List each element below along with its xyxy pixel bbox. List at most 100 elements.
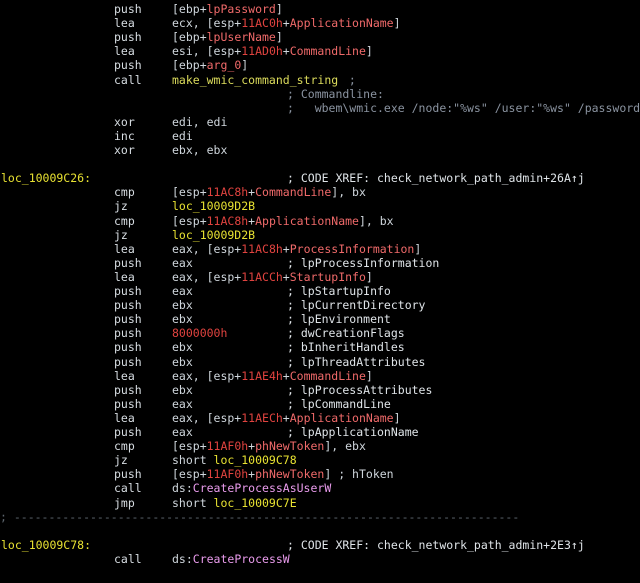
instruction-mnemonic[interactable]: inc bbox=[114, 129, 135, 143]
operand-token[interactable]: ApplicationName bbox=[290, 16, 394, 30]
instruction-mnemonic[interactable]: push bbox=[114, 397, 142, 411]
comment-text: ; bbox=[342, 72, 356, 87]
instruction-operands[interactable]: eax, [esp+11AECh+ApplicationName] bbox=[172, 411, 401, 425]
instruction-operands[interactable]: loc_10009D2B bbox=[172, 228, 255, 242]
operand-token[interactable]: ApplicationName bbox=[290, 411, 394, 425]
instruction-mnemonic[interactable]: push bbox=[114, 355, 142, 369]
instruction-operands[interactable]: [ebp+lpUserName] bbox=[172, 30, 283, 44]
instruction-operands[interactable]: ebx bbox=[172, 355, 193, 369]
operand-token[interactable]: phNewToken bbox=[255, 467, 324, 481]
operand-token[interactable]: lpUserName bbox=[207, 30, 276, 44]
code-label[interactable]: loc_10009C78: bbox=[1, 538, 91, 552]
instruction-operands[interactable]: ebx bbox=[172, 340, 193, 354]
instruction-mnemonic[interactable]: push bbox=[114, 383, 142, 397]
operand-token[interactable]: StartupInfo bbox=[290, 270, 366, 284]
instruction-operands[interactable]: eax bbox=[172, 397, 193, 411]
instruction-operands[interactable]: [ebp+lpPassword] bbox=[172, 2, 283, 16]
instruction-operands[interactable]: short loc_10009C7E bbox=[172, 496, 297, 510]
instruction-operands[interactable]: eax bbox=[172, 256, 193, 270]
instruction-mnemonic[interactable]: lea bbox=[114, 369, 135, 383]
instruction-operands[interactable]: 8000000h bbox=[172, 326, 227, 340]
operand-token[interactable]: phNewToken bbox=[255, 439, 324, 453]
instruction-mnemonic[interactable]: cmp bbox=[114, 214, 135, 228]
instruction-mnemonic[interactable]: push bbox=[114, 326, 142, 340]
instruction-operands[interactable]: ebx bbox=[172, 312, 193, 326]
instruction-mnemonic[interactable]: push bbox=[114, 284, 142, 298]
instruction-operands[interactable]: make_wmic_command_string bbox=[172, 73, 338, 87]
operand-token: eax bbox=[172, 284, 193, 298]
instruction-operands[interactable]: eax, [esp+11ACCh+StartupInfo] bbox=[172, 270, 373, 284]
operand-token[interactable]: CommandLine bbox=[290, 44, 366, 58]
instruction-operands[interactable]: [esp+11AC8h+ApplicationName], bx bbox=[172, 214, 394, 228]
instruction-mnemonic[interactable]: jz bbox=[114, 453, 128, 467]
instruction-operands[interactable]: edi bbox=[172, 129, 193, 143]
comment-text: ; lpCurrentDirectory bbox=[287, 298, 426, 313]
instruction-mnemonic[interactable]: push bbox=[114, 312, 142, 326]
instruction-mnemonic[interactable]: jz bbox=[114, 199, 128, 213]
instruction-mnemonic[interactable]: push bbox=[114, 256, 142, 270]
instruction-mnemonic[interactable]: call bbox=[114, 552, 142, 566]
operand-token[interactable]: make_wmic_command_string bbox=[172, 73, 338, 87]
operand-token[interactable]: ApplicationName bbox=[255, 214, 359, 228]
instruction-operands[interactable]: eax, [esp+11AC8h+ProcessInformation] bbox=[172, 242, 421, 256]
instruction-mnemonic[interactable]: lea bbox=[114, 270, 135, 284]
instruction-mnemonic[interactable]: push bbox=[114, 340, 142, 354]
operand-token[interactable]: loc_10009C78 bbox=[214, 453, 297, 467]
disassembly-listing[interactable]: push [ebp+lpPassword] lea ecx, [esp+11AC0h+… bbox=[0, 0, 640, 583]
instruction-mnemonic[interactable]: push bbox=[114, 467, 142, 481]
operand-token: eax, [esp+ bbox=[172, 241, 242, 256]
instruction-mnemonic[interactable]: cmp bbox=[114, 185, 135, 199]
operand-token: [ebp+ bbox=[172, 30, 207, 45]
operand-token: ] bbox=[414, 241, 422, 256]
instruction-mnemonic[interactable]: call bbox=[114, 73, 142, 87]
operand-token[interactable]: loc_10009D2B bbox=[172, 199, 255, 213]
instruction-mnemonic[interactable]: push bbox=[114, 298, 142, 312]
instruction-operands[interactable]: edi, edi bbox=[172, 115, 227, 129]
operand-token: ] ; hToken bbox=[324, 467, 394, 482]
instruction-operands[interactable]: ds:CreateProcessAsUserW bbox=[172, 481, 331, 495]
operand-token[interactable]: loc_10009D2B bbox=[172, 228, 255, 242]
instruction-operands[interactable]: ds:CreateProcessW bbox=[172, 552, 290, 566]
code-label[interactable]: loc_10009C26: bbox=[1, 171, 91, 185]
operand-token[interactable]: lpPassword bbox=[207, 2, 276, 16]
instruction-mnemonic[interactable]: xor bbox=[114, 143, 135, 157]
instruction-operands[interactable]: short loc_10009C78 bbox=[172, 453, 297, 467]
operand-token[interactable]: CreateProcessW bbox=[193, 552, 290, 566]
instruction-operands[interactable]: eax, [esp+11AE4h+CommandLine] bbox=[172, 369, 373, 383]
instruction-mnemonic[interactable]: lea bbox=[114, 16, 135, 30]
instruction-mnemonic[interactable]: lea bbox=[114, 411, 135, 425]
operand-token[interactable]: ProcessInformation bbox=[290, 242, 415, 256]
instruction-operands[interactable]: [esp+11AF0h+phNewToken], ebx bbox=[172, 439, 366, 453]
instruction-mnemonic[interactable]: push bbox=[114, 58, 142, 72]
instruction-operands[interactable]: loc_10009D2B bbox=[172, 199, 255, 213]
operand-token: 11ACCh bbox=[241, 269, 283, 284]
instruction-mnemonic[interactable]: push bbox=[114, 30, 142, 44]
operand-token[interactable]: arg_0 bbox=[207, 58, 242, 72]
instruction-operands[interactable]: [esp+11AF0h+phNewToken] ; hToken bbox=[172, 467, 394, 481]
instruction-operands[interactable]: esi, [esp+11AD0h+CommandLine] bbox=[172, 44, 373, 58]
instruction-mnemonic[interactable]: jmp bbox=[114, 496, 135, 510]
instruction-operands[interactable]: ebx, ebx bbox=[172, 143, 227, 157]
instruction-mnemonic[interactable]: xor bbox=[114, 115, 135, 129]
instruction-mnemonic[interactable]: lea bbox=[114, 242, 135, 256]
instruction-operands[interactable]: eax bbox=[172, 284, 193, 298]
instruction-operands[interactable]: [ebp+arg_0] bbox=[172, 58, 248, 72]
section-separator: ; --------------------------------------… bbox=[0, 509, 520, 524]
instruction-operands[interactable]: eax bbox=[172, 425, 193, 439]
line-comment: ; lpThreadAttributes bbox=[287, 355, 425, 369]
operand-token[interactable]: CreateProcessAsUserW bbox=[193, 481, 331, 495]
instruction-mnemonic[interactable]: cmp bbox=[114, 439, 135, 453]
instruction-operands[interactable]: ebx bbox=[172, 298, 193, 312]
operand-token[interactable]: CommandLine bbox=[290, 369, 366, 383]
instruction-mnemonic[interactable]: push bbox=[114, 425, 142, 439]
operand-token[interactable]: loc_10009C7E bbox=[214, 496, 297, 510]
operand-token[interactable]: CommandLine bbox=[255, 185, 331, 199]
instruction-mnemonic[interactable]: lea bbox=[114, 44, 135, 58]
operand-token: ds: bbox=[172, 481, 193, 496]
instruction-operands[interactable]: ecx, [esp+11AC0h+ApplicationName] bbox=[172, 16, 401, 30]
instruction-mnemonic[interactable]: push bbox=[114, 2, 142, 16]
instruction-mnemonic[interactable]: jz bbox=[114, 228, 128, 242]
instruction-operands[interactable]: [esp+11AC8h+CommandLine], bx bbox=[172, 185, 366, 199]
instruction-mnemonic[interactable]: call bbox=[114, 481, 142, 495]
instruction-operands[interactable]: ebx bbox=[172, 383, 193, 397]
